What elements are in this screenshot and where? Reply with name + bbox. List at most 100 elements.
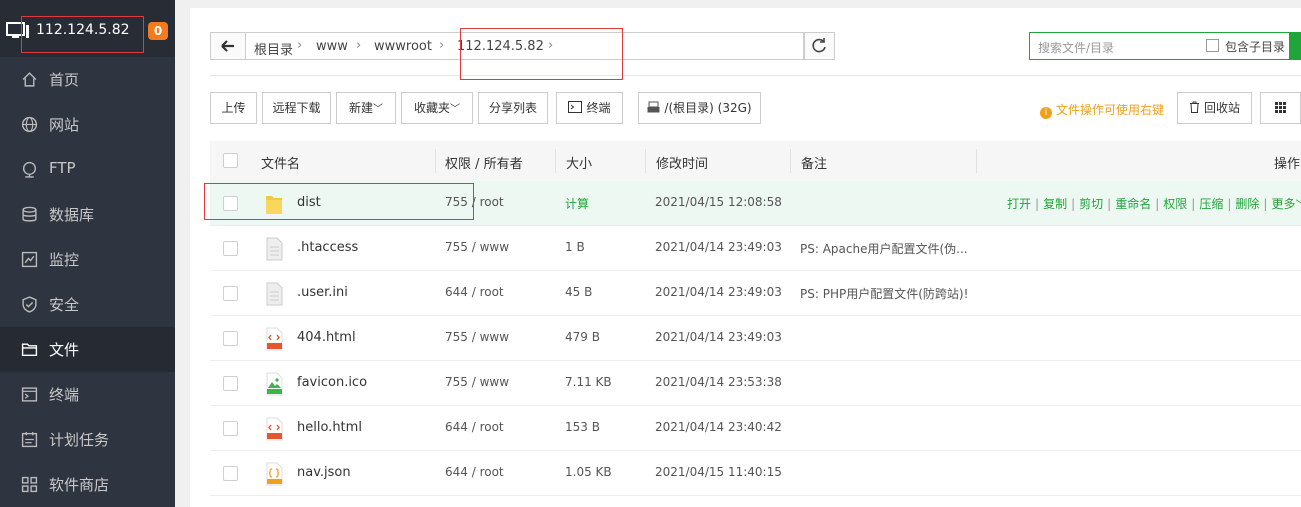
nav-item-store[interactable]: 软件商店 — [0, 462, 175, 507]
col-perm[interactable]: 权限 / 所有者 — [445, 153, 523, 172]
table-row[interactable]: .htaccess 755 / www 1 B 2021/04/14 23:49… — [210, 226, 1301, 271]
favorites-label: 收藏夹 — [413, 101, 450, 115]
disk-button[interactable]: /(根目录) (32G) — [638, 92, 761, 124]
grid-icon — [1275, 102, 1286, 113]
share-list-button[interactable]: 分享列表 — [478, 92, 548, 124]
back-button[interactable] — [210, 32, 246, 60]
nav-item-label: 首页 — [49, 71, 80, 89]
nav-item-terminal[interactable]: 终端 — [0, 372, 175, 417]
select-all-checkbox[interactable] — [223, 153, 238, 168]
row-checkbox[interactable] — [223, 331, 238, 346]
more-link[interactable]: 更多 — [1271, 197, 1295, 211]
row-checkbox[interactable] — [223, 286, 238, 301]
file-name[interactable]: .user.ini — [297, 285, 348, 300]
row-checkbox[interactable] — [223, 376, 238, 391]
breadcrumb-item[interactable]: 根目录 — [254, 39, 293, 58]
nav-item-monitor[interactable]: 监控 — [0, 237, 175, 282]
row-checkbox[interactable] — [223, 466, 238, 481]
calc-size-link[interactable]: 计算 — [565, 195, 589, 212]
compress-link[interactable]: 压缩 — [1199, 197, 1223, 211]
terminal-label: 终端 — [586, 101, 611, 115]
home-icon — [22, 72, 37, 87]
file-name[interactable]: favicon.ico — [297, 375, 367, 390]
disk-label: /(根目录) (32G) — [664, 101, 752, 115]
col-name[interactable]: 文件名 — [261, 153, 300, 172]
database-icon — [22, 206, 37, 222]
nav-item-label: 终端 — [49, 386, 80, 404]
table-row[interactable]: dist 755 / root 计算 2021/04/15 12:08:58 打… — [210, 181, 1301, 226]
permission-link[interactable]: 权限 — [1163, 197, 1187, 211]
breadcrumb-item[interactable]: wwwroot — [374, 39, 432, 54]
file-perm[interactable]: 644 / root — [445, 420, 504, 434]
include-subdir-label[interactable]: 包含子目录 — [1225, 38, 1285, 55]
file-perm[interactable]: 755 / root — [445, 195, 504, 209]
file-perm[interactable]: 755 / www — [445, 330, 509, 344]
rename-link[interactable]: 重命名 — [1115, 197, 1151, 211]
new-dropdown[interactable]: 新建﹀ — [336, 92, 396, 124]
file-name[interactable]: nav.json — [297, 465, 351, 480]
file-name[interactable]: 404.html — [297, 330, 356, 345]
file-perm[interactable]: 644 / root — [445, 465, 504, 479]
file-icon — [266, 237, 283, 261]
file-perm[interactable]: 755 / www — [445, 375, 509, 389]
col-mtime[interactable]: 修改时间 — [656, 153, 708, 172]
breadcrumb-item[interactable]: www — [316, 39, 348, 54]
view-toggle-button[interactable] — [1260, 92, 1301, 124]
table-row[interactable]: favicon.ico 755 / www 7.11 KB 2021/04/14… — [210, 361, 1301, 406]
file-name[interactable]: hello.html — [297, 420, 362, 435]
chevron-right-icon: › — [297, 38, 303, 53]
upload-button[interactable]: 上传 — [210, 92, 257, 124]
search-box: 搜索文件/目录 包含子目录 — [1029, 32, 1290, 60]
file-name[interactable]: dist — [297, 195, 321, 210]
col-divider — [555, 149, 556, 173]
file-note[interactable]: PS: Apache用户配置文件(伪... — [800, 240, 968, 257]
nav-item-label: 计划任务 — [49, 431, 110, 449]
table-row[interactable]: nav.json 644 / root 1.05 KB 2021/04/15 1… — [210, 451, 1301, 496]
chevron-down-icon: ﹀ — [1295, 200, 1301, 211]
search-input[interactable]: 搜索文件/目录 — [1038, 39, 1114, 56]
server-header[interactable]: 112.124.5.82 0 — [0, 0, 175, 57]
terminal-button[interactable]: 终端 — [556, 92, 623, 124]
nav-item-label: 监控 — [49, 251, 80, 269]
nav-item-home[interactable]: 首页 — [0, 57, 175, 102]
favorites-dropdown[interactable]: 收藏夹﹀ — [401, 92, 473, 124]
col-divider — [435, 149, 436, 173]
copy-link[interactable]: 复制 — [1043, 197, 1067, 211]
remote-download-button[interactable]: 远程下载 — [262, 92, 331, 124]
file-note[interactable]: PS: PHP用户配置文件(防跨站)! — [800, 285, 968, 302]
col-ops: 操作 — [1274, 157, 1301, 172]
table-row[interactable]: .user.ini 644 / root 45 B 2021/04/14 23:… — [210, 271, 1301, 316]
col-size[interactable]: 大小 — [566, 153, 592, 172]
col-divider — [645, 149, 646, 173]
file-perm[interactable]: 644 / root — [445, 285, 504, 299]
nav-item-label: 网站 — [49, 116, 80, 134]
delete-link[interactable]: 删除 — [1235, 197, 1259, 211]
refresh-button[interactable] — [804, 32, 835, 60]
file-size: 1 B — [565, 240, 585, 254]
row-checkbox[interactable] — [223, 196, 238, 211]
col-divider — [790, 149, 791, 173]
row-actions: 打开|复制|剪切|重命名|权限|压缩|删除|更多﹀ — [1007, 195, 1301, 212]
nav-item-security[interactable]: 安全 — [0, 282, 175, 327]
recycle-bin-button[interactable]: 回收站 — [1177, 92, 1252, 124]
cut-link[interactable]: 剪切 — [1079, 197, 1103, 211]
nav-item-ftp[interactable]: FTP — [0, 147, 175, 192]
nav-item-website[interactable]: 网站 — [0, 102, 175, 147]
file-name[interactable]: .htaccess — [297, 240, 358, 255]
table-row[interactable]: hello.html 644 / root 153 B 2021/04/14 2… — [210, 406, 1301, 451]
table-row[interactable]: 404.html 755 / www 479 B 2021/04/14 23:4… — [210, 316, 1301, 361]
tip-text: 文件操作可使用右键 — [1056, 103, 1165, 117]
nav-item-files[interactable]: 文件 — [0, 327, 175, 372]
nav-item-cron[interactable]: 计划任务 — [0, 417, 175, 462]
nav-item-database[interactable]: 数据库 — [0, 192, 175, 237]
search-button[interactable] — [1290, 32, 1301, 60]
notification-badge[interactable]: 0 — [148, 22, 168, 40]
file-size: 153 B — [565, 420, 600, 434]
open-link[interactable]: 打开 — [1007, 197, 1031, 211]
row-checkbox[interactable] — [223, 241, 238, 256]
file-perm[interactable]: 755 / www — [445, 240, 509, 254]
folder-icon — [21, 343, 38, 357]
row-checkbox[interactable] — [223, 421, 238, 436]
include-subdir-checkbox[interactable] — [1206, 39, 1219, 52]
breadcrumb-item[interactable]: 112.124.5.82 — [457, 39, 544, 54]
